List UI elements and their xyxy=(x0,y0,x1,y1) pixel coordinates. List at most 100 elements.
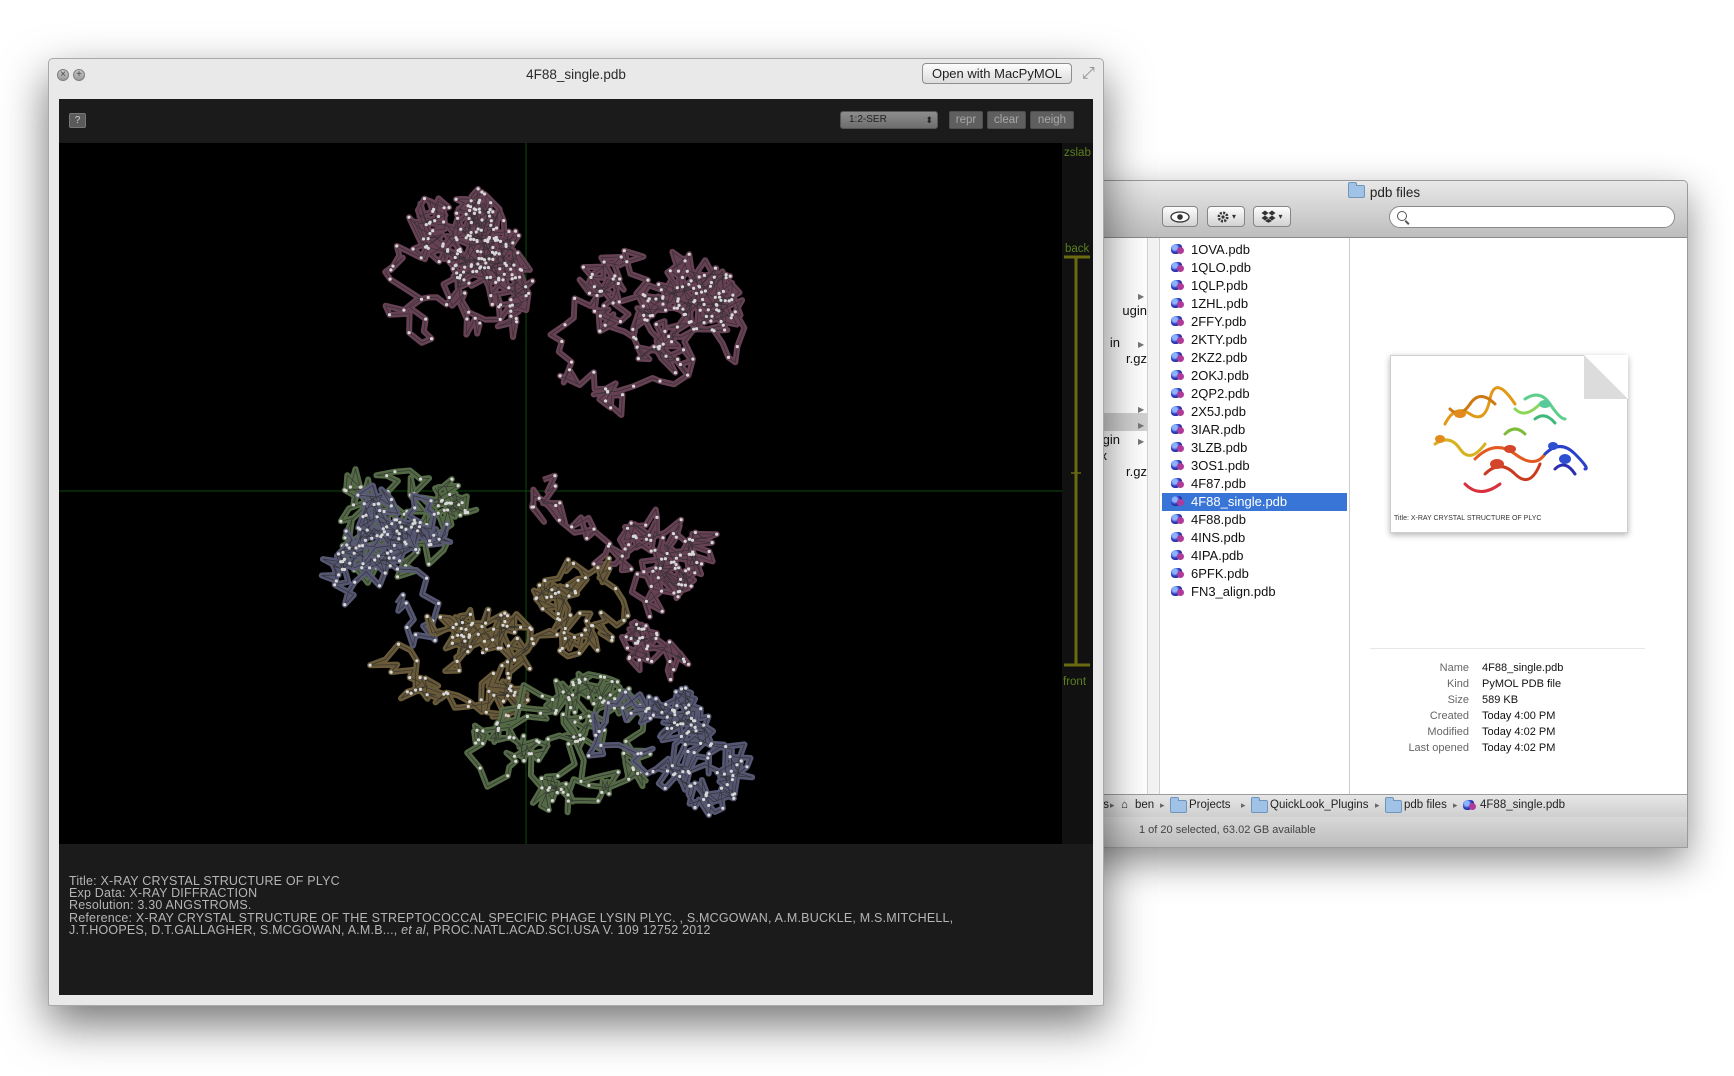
zslab-slider[interactable] xyxy=(1062,253,1093,673)
file-list-item[interactable]: 1OVA.pdb xyxy=(1162,241,1347,259)
file-list-item[interactable]: 3LZB.pdb xyxy=(1162,439,1347,457)
info-value: 4F88_single.pdb xyxy=(1482,662,1564,674)
action-button[interactable]: ▾ xyxy=(1207,206,1245,227)
path-item-home[interactable]: ben xyxy=(1135,795,1154,816)
file-name: 1QLP.pdb xyxy=(1191,278,1248,293)
info-label: Kind xyxy=(1446,678,1469,690)
quick-look-button[interactable] xyxy=(1162,206,1198,227)
zslab-strip[interactable]: zslab back front xyxy=(1062,143,1093,844)
pdb-file-icon xyxy=(1170,459,1185,472)
repr-button[interactable]: repr xyxy=(949,111,983,129)
file-list-item[interactable]: 1QLO.pdb xyxy=(1162,259,1347,277)
file-list-column[interactable]: 1OVA.pdb 1QLO.pdb 1QLP.pdb 1ZHL.pdb 2FFY.pdb… xyxy=(1160,238,1350,794)
file-list-item[interactable]: 2FFY.pdb xyxy=(1162,313,1347,331)
file-list-item[interactable]: 6PFK.pdb xyxy=(1162,565,1347,583)
path-item-file[interactable]: 4F88_single.pdb xyxy=(1480,795,1565,816)
pdb-file-icon xyxy=(1170,549,1185,562)
molecule-canvas[interactable] xyxy=(59,143,1062,844)
file-list-item[interactable]: 4INS.pdb xyxy=(1162,529,1347,547)
column-resize-gutter[interactable] xyxy=(1148,238,1160,794)
pdb-file-icon xyxy=(1170,477,1185,490)
file-list-item[interactable]: 2QP2.pdb xyxy=(1162,385,1347,403)
file-list-item[interactable]: 4F87.pdb xyxy=(1162,475,1347,493)
info-value: 589 KB xyxy=(1482,694,1519,706)
page-curl xyxy=(1584,355,1628,399)
file-list-item[interactable]: 2KTY.pdb xyxy=(1162,331,1347,349)
dropbox-button[interactable]: ▾ xyxy=(1253,206,1291,227)
file-list-item[interactable]: 2OKJ.pdb xyxy=(1162,367,1347,385)
file-name: 3IAR.pdb xyxy=(1191,422,1246,437)
file-list-item[interactable]: 1QLP.pdb xyxy=(1162,277,1347,295)
selection-dropdown[interactable]: 1:2-SER xyxy=(840,111,938,129)
path-item-pdb-files[interactable]: pdb files xyxy=(1404,795,1447,816)
expand-icon[interactable]: ⤢ xyxy=(1082,65,1095,83)
file-name: 6PFK.pdb xyxy=(1191,566,1249,581)
thumbnail-caption: Title: X-RAY CRYSTAL STRUCTURE OF PLYC xyxy=(1394,515,1542,522)
eye-icon xyxy=(1170,211,1190,223)
preview-thumbnail[interactable]: Title: X-RAY CRYSTAL STRUCTURE OF PLYC xyxy=(1390,355,1628,533)
file-name: 2KZ2.pdb xyxy=(1191,350,1248,365)
path-separator: ▸ xyxy=(1375,800,1380,810)
path-separator: ▸ xyxy=(1160,800,1165,810)
search-field[interactable] xyxy=(1389,206,1675,228)
pdb-file-icon xyxy=(1170,423,1185,436)
path-item-quicklook-plugins[interactable]: QuickLook_Plugins xyxy=(1270,795,1368,816)
pdb-file-icon xyxy=(1170,531,1185,544)
info-label: Last opened xyxy=(1408,742,1469,754)
pdb-file-icon xyxy=(1170,513,1185,526)
pdb-file-icon xyxy=(1170,387,1185,400)
info-label: Created xyxy=(1429,710,1469,722)
pdb-file-icon xyxy=(1170,261,1185,274)
info-row: Last opened Today 4:02 PM xyxy=(1350,742,1687,758)
pdb-file-icon xyxy=(1170,243,1185,256)
neigh-button[interactable]: neigh xyxy=(1030,111,1074,129)
meta-resolution: Resolution: 3.30 ANGSTROMS. xyxy=(69,898,252,913)
file-list-item[interactable]: 3OS1.pdb xyxy=(1162,457,1347,475)
pdb-file-icon xyxy=(1170,279,1185,292)
path-separator: ▸ xyxy=(1241,800,1246,810)
help-button[interactable]: ? xyxy=(69,113,86,128)
file-name: 1OVA.pdb xyxy=(1191,242,1251,257)
pdb-file-icon xyxy=(1170,297,1185,310)
file-list-item[interactable]: 2X5J.pdb xyxy=(1162,403,1347,421)
path-item-projects[interactable]: Projects xyxy=(1189,795,1231,816)
pdb-file-icon xyxy=(1462,799,1477,812)
path-bar: Users ▸ ⌂ ben ▸ Projects ▸ QuickLook_Plu… xyxy=(1081,794,1687,818)
preview-column: Title: X-RAY CRYSTAL STRUCTURE OF PLYC N… xyxy=(1350,238,1687,794)
disclosure-arrow-icon: ▶ xyxy=(1138,292,1145,301)
info-row: Modified Today 4:02 PM xyxy=(1350,726,1687,742)
pdb-file-icon xyxy=(1170,567,1185,580)
front-label: front xyxy=(1063,676,1087,688)
zslab-label: zslab xyxy=(1064,147,1091,159)
file-list-item[interactable]: FN3_align.pdb xyxy=(1162,583,1347,601)
file-list-item[interactable]: 1ZHL.pdb xyxy=(1162,295,1347,313)
info-label: Modified xyxy=(1427,726,1469,738)
file-name: FN3_align.pdb xyxy=(1191,584,1276,599)
protein-thumbnail-image xyxy=(1433,386,1588,493)
pdb-file-icon xyxy=(1170,585,1185,598)
pdb-file-icon xyxy=(1170,441,1185,454)
file-list-item[interactable]: 4IPA.pdb xyxy=(1162,547,1347,565)
path-separator: ▸ xyxy=(1453,800,1458,810)
path-separator: ▸ xyxy=(1110,800,1115,810)
pdb-file-icon xyxy=(1170,405,1185,418)
file-list-item[interactable]: 3IAR.pdb xyxy=(1162,421,1347,439)
file-list-item[interactable]: 4F88_single.pdb xyxy=(1162,493,1347,511)
search-input[interactable] xyxy=(1412,209,1671,227)
quicklook-panel: × + 4F88_single.pdb Open with MacPyMOL ⤢… xyxy=(48,58,1104,1006)
file-list-item[interactable]: 2KZ2.pdb xyxy=(1162,349,1347,367)
file-name: 3OS1.pdb xyxy=(1191,458,1250,473)
info-divider xyxy=(1370,648,1645,649)
open-with-macpymol-button[interactable]: Open with MacPyMOL xyxy=(922,63,1072,84)
file-list-item[interactable]: 4F88.pdb xyxy=(1162,511,1347,529)
info-value: Today 4:02 PM xyxy=(1482,726,1556,738)
home-icon: ⌂ xyxy=(1121,799,1128,811)
clear-button[interactable]: clear xyxy=(987,111,1026,129)
folder-icon xyxy=(1347,182,1365,198)
file-name: 1ZHL.pdb xyxy=(1191,296,1249,311)
pdb-file-icon xyxy=(1170,333,1185,346)
finder-toolbar: pdb files ▾ ▾ ▾ xyxy=(1081,181,1687,238)
finder-title: pdb files xyxy=(1081,182,1687,200)
info-label: Size xyxy=(1447,694,1469,706)
protein-ribbon-render[interactable] xyxy=(59,143,1062,844)
